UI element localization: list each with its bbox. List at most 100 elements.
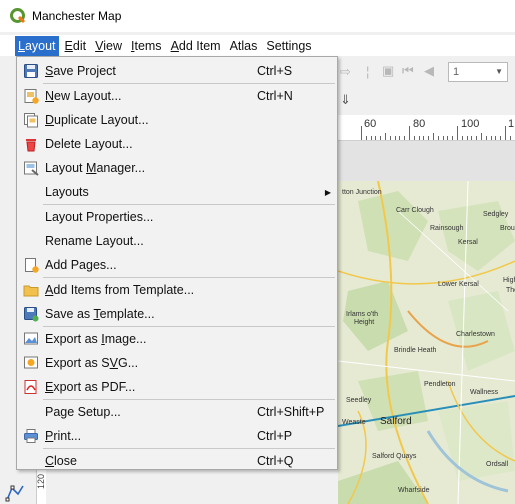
layout-canvas-background [338, 141, 515, 181]
menu-view[interactable]: View [92, 36, 125, 56]
map-item[interactable]: tton Junction Carr Clough Sedgley Rainsough… [338, 181, 515, 504]
map-graphics [338, 181, 515, 504]
map-place-label: tton Junction [342, 189, 382, 196]
menu-item-print[interactable]: Print... Ctrl+P [17, 424, 337, 448]
next-arrow-icon[interactable]: ⇨ [340, 64, 351, 80]
ruler-tick [380, 136, 382, 140]
menu-item-shortcut: Ctrl+P [257, 429, 293, 443]
menu-mnemonic: L [18, 38, 25, 53]
menu-item-rename-layout[interactable]: Rename Layout... [17, 229, 337, 253]
ruler-tick [500, 136, 502, 140]
ruler-tick [452, 136, 454, 140]
menu-item-label: New Layout... [45, 89, 121, 103]
ruler-label: 60 [364, 118, 377, 130]
export-image-icon [24, 332, 38, 345]
separator-icon: ¦ [366, 64, 370, 79]
menu-add-item[interactable]: Add Item [168, 36, 224, 56]
label-mnemonic: C [45, 454, 55, 468]
map-place-label: Kersal [458, 239, 478, 246]
page-selector[interactable]: 1 ▼ [448, 62, 508, 82]
menu-item-shortcut: Ctrl+S [257, 64, 293, 78]
ruler-tick [385, 133, 386, 140]
first-feature-icon[interactable]: ⏮ [402, 63, 414, 79]
add-item-icon[interactable]: ⇓ [340, 92, 351, 108]
label-part: lose [54, 454, 77, 468]
map-place-label: Charlestown [456, 331, 495, 338]
qgis-icon [10, 8, 26, 24]
label-part: Rename Layout... [45, 234, 144, 248]
menu-item-duplicate-layout[interactable]: Duplicate Layout... [17, 108, 337, 132]
menu-item-label: Save as Template... [45, 307, 155, 321]
ruler-label: 1 [508, 118, 515, 130]
menu-item-label: Close [45, 454, 77, 468]
label-part: e Setup... [67, 405, 121, 419]
ruler-tick [437, 136, 439, 140]
label-part: Delete Layout... [45, 137, 133, 151]
ruler-tick [476, 136, 478, 140]
ruler-tick [413, 136, 415, 140]
menu-item-new-layout[interactable]: New Layout... Ctrl+N [17, 84, 337, 108]
layout-menu: Save Project Ctrl+S New Layout... Ctrl+N Dup… [16, 56, 338, 470]
print-icon [24, 429, 38, 443]
label-part: xport as PDF... [53, 380, 136, 394]
menu-item-shortcut: Ctrl+Q [257, 454, 294, 468]
map-place-label: Sedgley [483, 211, 509, 218]
menu-label-part: Atlas [229, 38, 258, 53]
menu-label-part: Settings [266, 38, 312, 53]
ruler-tick [409, 126, 410, 140]
menu-item-layout-properties[interactable]: Layout Properties... [17, 205, 337, 229]
menu-item-add-items-from-template[interactable]: Add Items from Template... [17, 278, 337, 302]
ruler-tick [461, 136, 463, 140]
menu-item-save-project[interactable]: Save Project Ctrl+S [17, 59, 337, 83]
label-part: mage... [104, 332, 147, 346]
menu-item-shortcut: Ctrl+Shift+P [257, 405, 325, 419]
menu-item-label: Save Project [45, 64, 116, 78]
menu-item-save-as-template[interactable]: Save as Template... [17, 302, 337, 326]
menu-item-label: Export as Image... [45, 332, 146, 346]
menu-label-part: tems [134, 38, 162, 53]
ruler-tick [457, 126, 458, 140]
map-place-label: Salford Quays [372, 453, 417, 460]
menu-item-export-as-pdf[interactable]: Export as PDF... [17, 375, 337, 399]
map-place-label: The [506, 287, 515, 294]
menu-item-close[interactable]: Close Ctrl+Q [17, 449, 337, 473]
vertical-ruler: 120 [36, 470, 46, 504]
menu-item-export-as-image[interactable]: Export as Image... [17, 327, 337, 351]
menu-item-layouts[interactable]: Layouts ▶ [17, 180, 337, 204]
folder-icon [23, 285, 39, 297]
atlas-preview-icon[interactable]: ▣ [382, 63, 394, 79]
ruler-tick [418, 136, 420, 140]
map-place-label: Seedley [346, 397, 372, 404]
menu-item-layout-manager[interactable]: Layout Manager... [17, 156, 337, 180]
submenu-arrow-icon: ▶ [324, 187, 331, 197]
label-part: Layouts [45, 185, 89, 199]
menu-edit[interactable]: Edit [62, 36, 90, 56]
menu-item-page-setup[interactable]: Page Setup... Ctrl+Shift+P [17, 400, 337, 424]
menu-item-shortcut: Ctrl+N [257, 89, 293, 103]
menu-mnemonic: V [95, 38, 104, 53]
menu-atlas[interactable]: Atlas [227, 36, 261, 56]
label-part: Layout Properties... [45, 210, 154, 224]
ruler-tick [495, 136, 497, 140]
ruler-tick [389, 136, 391, 140]
label-mnemonic: V [109, 356, 118, 370]
menu-item-add-pages[interactable]: Add Pages... [17, 253, 337, 277]
node-tool-icon[interactable] [4, 482, 26, 504]
ruler-tick [471, 136, 473, 140]
menu-items[interactable]: Items [128, 36, 165, 56]
menu-layout[interactable]: Layout [15, 35, 59, 56]
menu-settings[interactable]: Settings [263, 36, 314, 56]
ruler-tick [490, 136, 492, 140]
menu-item-export-as-svg[interactable]: Export as SVG... [17, 351, 337, 375]
ruler-tick [399, 136, 401, 140]
menu-label-part: dit [72, 38, 87, 53]
menu-item-delete-layout[interactable]: Delete Layout... [17, 132, 337, 156]
ruler-tick [485, 136, 487, 140]
map-place-label: Ordsall [486, 461, 509, 468]
previous-feature-icon[interactable]: ◀ [424, 63, 434, 79]
ruler-tick [505, 126, 506, 140]
menu-item-label: Add Pages... [45, 258, 117, 272]
export-pdf-icon [24, 380, 37, 394]
label-part: dd Items from Template... [53, 283, 195, 297]
map-place-label: Lower Kersal [438, 281, 479, 288]
